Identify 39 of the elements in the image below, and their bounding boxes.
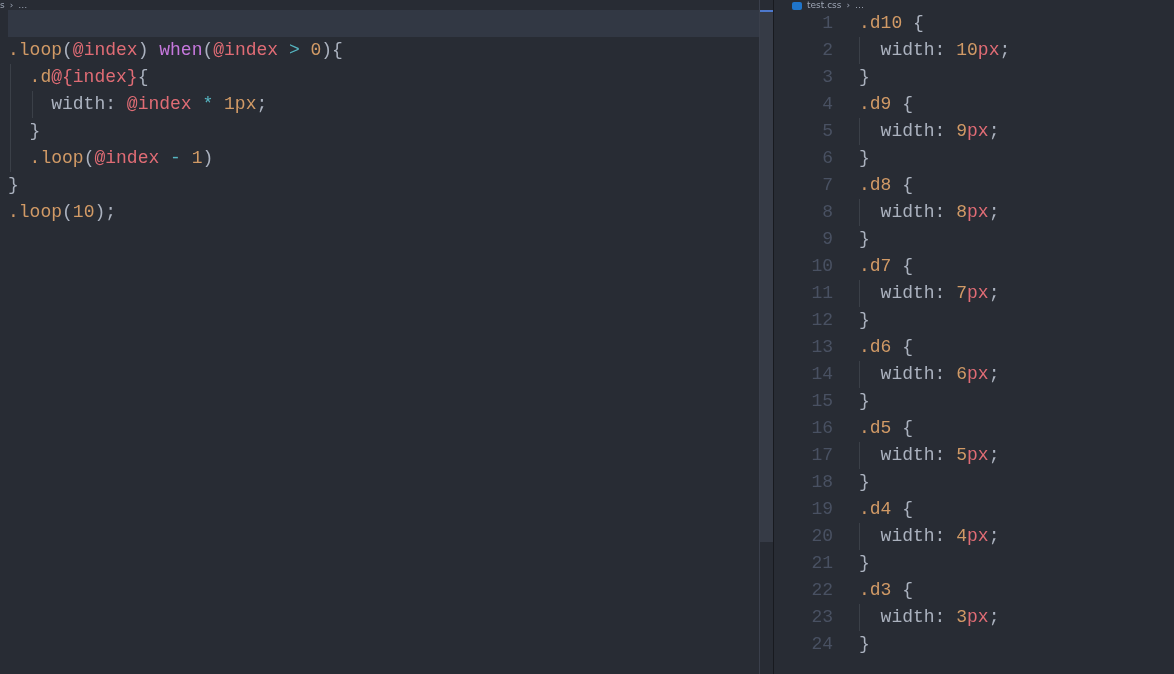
breadcrumb-file[interactable]: test.css xyxy=(807,0,842,10)
code-line: .d7 { xyxy=(859,255,914,278)
breadcrumb-more[interactable]: … xyxy=(18,0,28,10)
css-file-icon xyxy=(792,2,802,10)
code-line: .d9 { xyxy=(859,93,914,116)
code-line: width: 9px; xyxy=(859,118,1174,145)
code-line: .d5 { xyxy=(859,417,914,440)
code-line: .d6 { xyxy=(859,336,914,359)
code-line: width: 5px; xyxy=(859,442,1174,469)
code-line: } xyxy=(859,66,871,89)
code-line: .d8 { xyxy=(859,174,914,197)
code-line: .d10 { xyxy=(859,12,925,35)
code-line: width: 3px; xyxy=(859,604,1174,631)
code-line: } xyxy=(859,147,871,170)
code-line: .d4 { xyxy=(859,498,914,521)
breadcrumb-more[interactable]: … xyxy=(855,0,865,10)
code-line: .d3 { xyxy=(859,579,914,602)
code-line: width: 4px; xyxy=(859,523,1174,550)
breadcrumb-separator: › xyxy=(9,0,14,10)
scrollbar[interactable] xyxy=(759,0,773,674)
code-line: .loop(@index) when(@index > 0){ xyxy=(8,39,344,62)
code-line: } xyxy=(859,552,871,575)
code-line: } xyxy=(859,309,871,332)
code-line: } xyxy=(8,174,20,197)
breadcrumb-separator: › xyxy=(846,0,851,10)
code-line: } xyxy=(859,390,871,413)
code-line: .loop(@index - 1) xyxy=(8,145,759,172)
breadcrumb-file[interactable]: s xyxy=(0,0,5,10)
code-line: width: 10px; xyxy=(859,37,1174,64)
code-line: width: 7px; xyxy=(859,280,1174,307)
code-line: } xyxy=(859,228,871,251)
code-line: width: 8px; xyxy=(859,199,1174,226)
code-line: } xyxy=(8,118,759,145)
code-line: .loop(10); xyxy=(8,201,118,224)
code-line: } xyxy=(859,633,871,656)
code-line: .d@{index}{ xyxy=(8,64,759,91)
code-line: width: @index * 1px; xyxy=(8,91,759,118)
code-line: } xyxy=(859,471,871,494)
code-line: width: 6px; xyxy=(859,361,1174,388)
